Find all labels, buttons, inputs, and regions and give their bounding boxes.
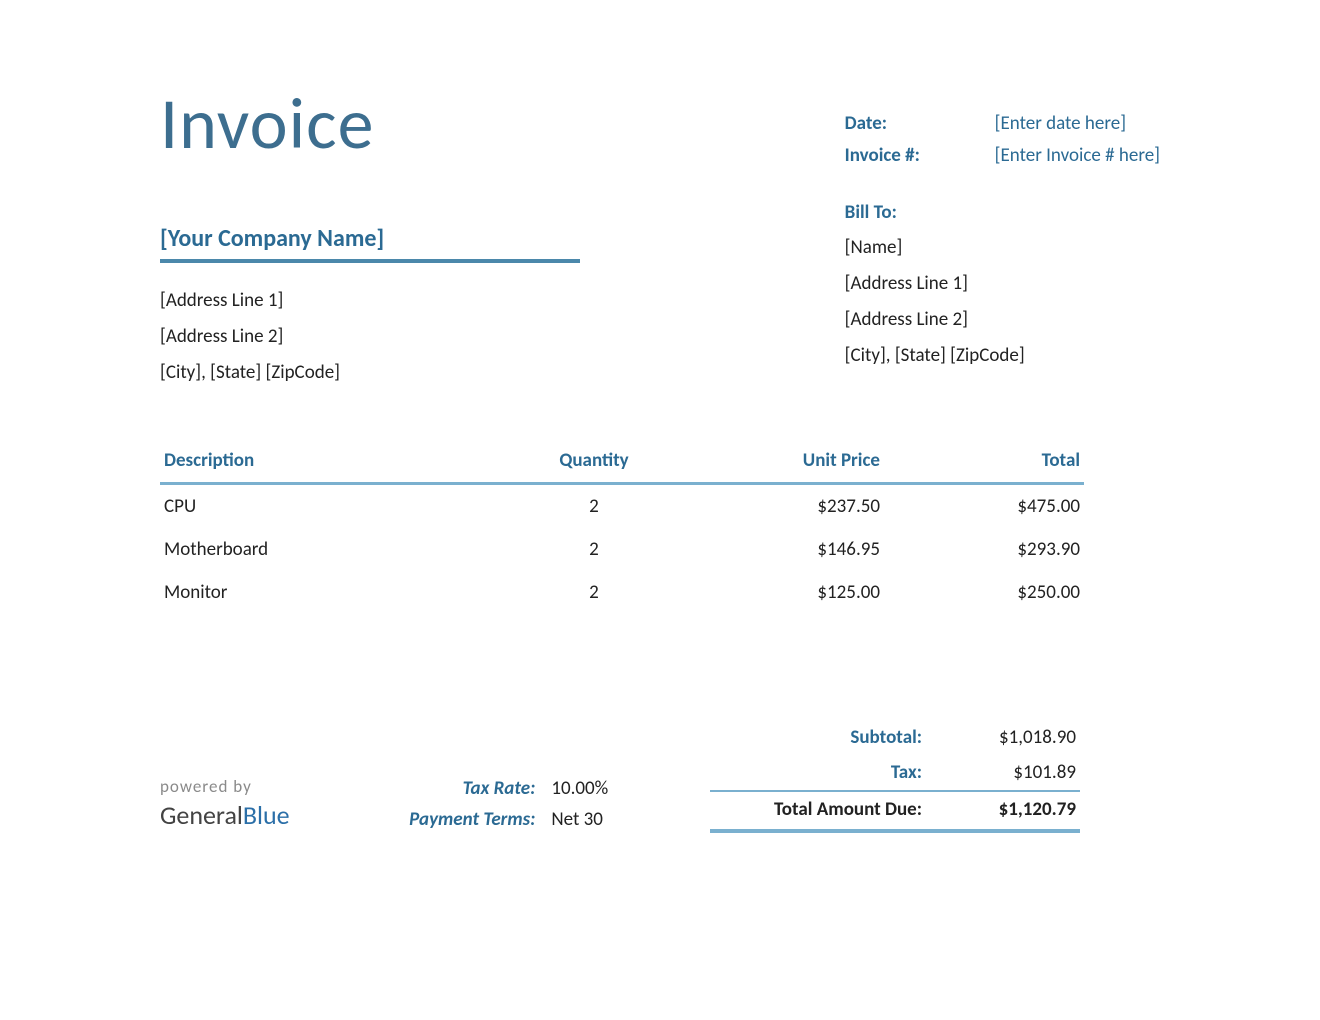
grand-total-label: Total Amount Due: <box>714 798 946 821</box>
invoice-number-value: [Enter Invoice # here] <box>995 140 1160 172</box>
from-address-line-2: [Address Line 2] <box>160 319 580 355</box>
item-unit-price: $146.95 <box>664 528 884 571</box>
date-value: [Enter date here] <box>995 108 1126 140</box>
subtotal-label: Subtotal: <box>714 726 946 749</box>
item-description: CPU <box>160 484 524 529</box>
item-total: $250.00 <box>884 571 1084 614</box>
from-company-name: [Your Company Name] <box>160 224 580 263</box>
col-total: Total <box>884 441 1084 484</box>
bill-to-label: Bill To: <box>845 201 1160 224</box>
brand-name-part-1: General <box>160 799 243 831</box>
item-quantity: 2 <box>524 571 664 614</box>
date-label: Date: <box>845 108 995 140</box>
line-items-table: Description Quantity Unit Price Total CP… <box>160 441 1084 614</box>
from-city-state-zip: [City], [State] [ZipCode] <box>160 355 580 391</box>
bill-to-address-line-2: [Address Line 2] <box>845 302 1160 338</box>
item-description: Monitor <box>160 571 524 614</box>
invoice-title: Invoice <box>160 80 580 168</box>
item-description: Motherboard <box>160 528 524 571</box>
bill-to-name: [Name] <box>845 230 1160 266</box>
payment-terms-label: Payment Terms: <box>391 808 551 831</box>
tax-rate-value: 10.00% <box>551 777 608 800</box>
item-quantity: 2 <box>524 484 664 529</box>
table-row: Motherboard2$146.95$293.90 <box>160 528 1084 571</box>
tax-value: $101.89 <box>946 761 1076 784</box>
item-unit-price: $125.00 <box>664 571 884 614</box>
payment-terms-value: Net 30 <box>551 808 603 831</box>
terms-block: Tax Rate: 10.00% Payment Terms: Net 30 <box>391 769 608 833</box>
bill-to-address-line-1: [Address Line 1] <box>845 266 1160 302</box>
powered-by-label: powered by <box>160 776 290 797</box>
branding: powered by GeneralBlue <box>160 776 290 833</box>
grand-total-value: $1,120.79 <box>946 798 1076 821</box>
table-row: CPU2$237.50$475.00 <box>160 484 1084 529</box>
col-quantity: Quantity <box>524 441 664 484</box>
subtotal-value: $1,018.90 <box>946 726 1076 749</box>
totals-block: Subtotal: $1,018.90 Tax: $101.89 Total A… <box>710 720 1080 833</box>
tax-label: Tax: <box>714 761 946 784</box>
from-address-line-1: [Address Line 1] <box>160 283 580 319</box>
tax-rate-label: Tax Rate: <box>391 777 551 800</box>
table-row: Monitor2$125.00$250.00 <box>160 571 1084 614</box>
item-total: $293.90 <box>884 528 1084 571</box>
item-total: $475.00 <box>884 484 1084 529</box>
item-quantity: 2 <box>524 528 664 571</box>
col-unit-price: Unit Price <box>664 441 884 484</box>
item-unit-price: $237.50 <box>664 484 884 529</box>
bill-to-city-state-zip: [City], [State] [ZipCode] <box>845 338 1160 374</box>
invoice-number-label: Invoice #: <box>845 140 995 172</box>
col-description: Description <box>160 441 524 484</box>
brand-name-part-2: Blue <box>243 799 290 831</box>
